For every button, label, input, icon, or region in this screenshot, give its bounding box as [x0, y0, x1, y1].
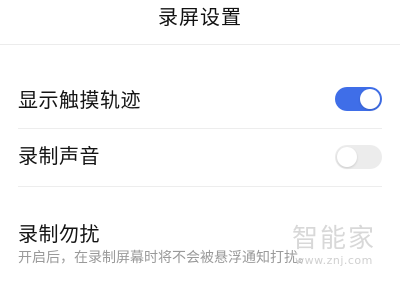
page-title: 录屏设置 [158, 5, 242, 29]
watermark-logo: 智能家 [291, 224, 376, 254]
screen-recording-settings-screen: 录屏设置 显示触摸轨迹 录制声音 录制勿扰 开启后，在录制屏幕时将不会被悬浮通知… [0, 0, 400, 287]
setting-row-record-audio[interactable]: 录制声音 [0, 134, 400, 180]
setting-description-recording-dnd: 开启后，在录制屏幕时将不会被悬浮通知打扰。 [18, 250, 312, 266]
show-touch-trail-toggle[interactable] [335, 87, 382, 111]
watermark-url: www.znj.com [295, 254, 373, 267]
watermark: 智能家 www.znj.com [278, 224, 390, 267]
header-bar: 录屏设置 [0, 0, 400, 45]
row-divider [18, 186, 382, 187]
setting-label-record-audio: 录制声音 [18, 144, 100, 168]
setting-row-show-touch-trail[interactable]: 显示触摸轨迹 [0, 80, 400, 128]
row-divider [18, 128, 382, 129]
record-audio-toggle[interactable] [335, 145, 382, 169]
setting-label-recording-dnd: 录制勿扰 [18, 222, 100, 246]
toggle-knob [337, 147, 357, 167]
toggle-knob [360, 89, 380, 109]
setting-label-show-touch-trail: 显示触摸轨迹 [18, 88, 141, 112]
